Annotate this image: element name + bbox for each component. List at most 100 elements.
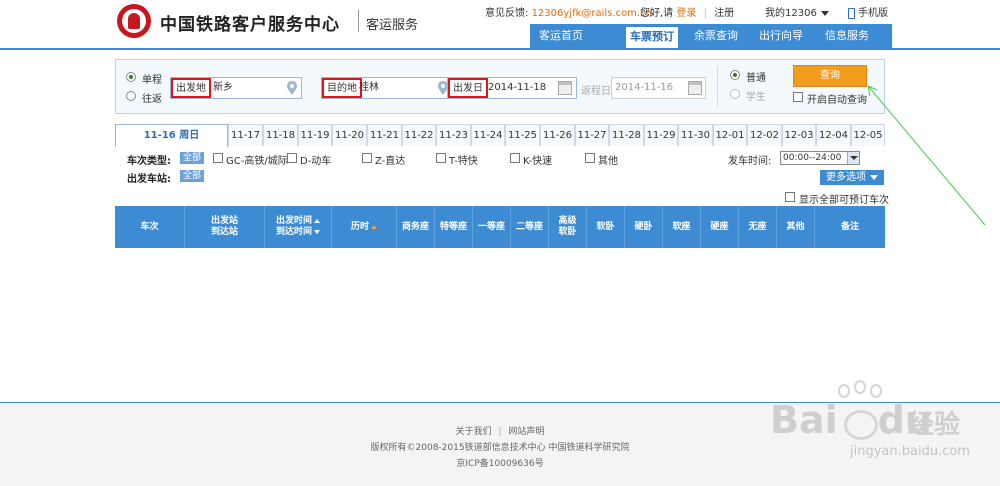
- paw-icon: [844, 410, 878, 440]
- date-tab[interactable]: 11-24: [471, 124, 505, 146]
- col-depart-time: 出发时间: [275, 216, 312, 226]
- student-ticket-radio[interactable]: [730, 89, 740, 99]
- about-link[interactable]: 关于我们: [456, 427, 492, 437]
- other-checkbox[interactable]: [585, 153, 595, 163]
- chevron-down-icon: [847, 152, 859, 164]
- other-label: 其他: [598, 156, 618, 167]
- panel-divider: [717, 66, 718, 108]
- col-no-seat: 无座: [739, 206, 777, 248]
- register-link[interactable]: 注册: [714, 8, 734, 19]
- statement-link[interactable]: 网站声明: [508, 427, 544, 437]
- nav-home[interactable]: 客运首页: [530, 24, 592, 48]
- feedback-label: 意见反馈:: [485, 8, 529, 19]
- to-field[interactable]: 目的地 桂林: [321, 77, 453, 99]
- col-business: 商务座: [397, 206, 435, 248]
- watermark-brand-cn: 经验: [908, 410, 961, 440]
- normal-ticket-radio[interactable]: [730, 70, 740, 80]
- from-label: 出发地: [171, 78, 211, 98]
- gc-checkbox[interactable]: [213, 153, 223, 163]
- query-button[interactable]: 查询: [793, 65, 867, 87]
- gc-label: GC-高铁/城际: [226, 156, 288, 167]
- round-trip-radio[interactable]: [126, 91, 136, 101]
- k-checkbox[interactable]: [510, 153, 520, 163]
- col-stations-text: 出发站 到达站: [210, 216, 238, 237]
- show-all-checkbox[interactable]: [785, 192, 795, 202]
- to-label: 目的地: [322, 78, 362, 98]
- depart-date-value: 2014-11-18: [488, 82, 547, 93]
- depart-time-select[interactable]: 00:00--24:00: [780, 151, 860, 165]
- sort-down-icon: [314, 229, 320, 234]
- feedback-email-link[interactable]: 12306yjfk@rails.com.cn: [532, 8, 652, 19]
- k-label: K-快速: [523, 156, 553, 167]
- railway-logo-icon[interactable]: [117, 4, 151, 38]
- date-tab[interactable]: 11-20: [332, 124, 367, 146]
- nav-ticket-booking[interactable]: 车票预订: [625, 26, 679, 48]
- watermark-url: jingyan.baidu.com: [850, 444, 970, 459]
- date-tab[interactable]: 11-17: [228, 124, 263, 146]
- nav-travel-guide[interactable]: 出行向导: [750, 24, 812, 48]
- paw-icon: [870, 384, 882, 398]
- t-checkbox[interactable]: [436, 153, 446, 163]
- nav-info-service[interactable]: 信息服务: [812, 24, 882, 48]
- baidu-watermark: Bai du 经验 jingyan.baidu.com: [770, 380, 995, 470]
- date-tab[interactable]: 12-01: [713, 124, 747, 146]
- date-tab[interactable]: 11-18: [263, 124, 298, 146]
- col-soft-seat: 软座: [663, 206, 701, 248]
- chevron-down-icon: [820, 10, 829, 16]
- calendar-icon[interactable]: [688, 81, 702, 95]
- date-tab[interactable]: 11-25: [505, 124, 540, 146]
- date-tab[interactable]: 12-04: [816, 124, 851, 146]
- z-label: Z-直达: [375, 156, 406, 167]
- auto-query-checkbox[interactable]: [793, 92, 803, 102]
- date-tab[interactable]: 11-23: [436, 124, 471, 146]
- calendar-icon[interactable]: [558, 81, 572, 95]
- z-checkbox[interactable]: [362, 153, 372, 163]
- col-hard-sleeper: 硬卧: [625, 206, 663, 248]
- return-date-label: 返程日: [581, 86, 611, 97]
- col-times[interactable]: 出发时间 到达时间: [265, 206, 332, 248]
- col-train-no[interactable]: 车次: [115, 206, 185, 248]
- annotation-arrow-icon: [867, 85, 986, 226]
- col-stations[interactable]: 出发站 到达站: [185, 206, 265, 248]
- user-links: 您好,请 登录 | 注册: [640, 8, 735, 19]
- train-type-all-button[interactable]: 全部: [180, 152, 205, 164]
- depart-date-label: 出发日: [448, 78, 488, 98]
- date-tab-active[interactable]: 11-16 周日: [115, 124, 228, 147]
- login-link[interactable]: 登录: [676, 8, 696, 19]
- my12306-menu[interactable]: 我的12306: [765, 4, 829, 19]
- depart-date-field[interactable]: 出发日 2014-11-18: [447, 77, 577, 99]
- date-tab[interactable]: 11-22: [402, 124, 436, 146]
- d-checkbox[interactable]: [287, 153, 297, 163]
- date-tab[interactable]: 12-02: [747, 124, 782, 146]
- paw-icon: [838, 384, 850, 398]
- date-tab[interactable]: 11-29: [644, 124, 678, 146]
- col-other: 其他: [777, 206, 815, 248]
- date-tab[interactable]: 11-28: [609, 124, 644, 146]
- date-tab[interactable]: 11-19: [298, 124, 332, 146]
- col-duration[interactable]: 历时: [332, 206, 397, 248]
- single-trip-radio[interactable]: [126, 72, 136, 82]
- mobile-link[interactable]: 手机版: [848, 4, 888, 19]
- date-tab[interactable]: 11-30: [678, 124, 713, 146]
- from-field[interactable]: 出发地 新乡: [170, 77, 302, 99]
- site-subtitle: 客运服务: [366, 18, 419, 33]
- date-tab[interactable]: 12-03: [782, 124, 816, 146]
- date-tab[interactable]: 11-21: [367, 124, 402, 146]
- col-premium: 特等座: [435, 206, 473, 248]
- paw-icon: [854, 380, 866, 394]
- watermark-brand: Bai: [770, 398, 838, 442]
- nav-remaining-tickets[interactable]: 余票查询: [685, 24, 747, 48]
- header-divider: [0, 48, 1000, 50]
- to-value: 桂林: [359, 82, 379, 93]
- depart-time-label: 发车时间:: [728, 156, 772, 167]
- title-divider: [358, 10, 359, 32]
- depart-station-label: 出发车站:: [127, 174, 171, 185]
- date-tab[interactable]: 11-26: [540, 124, 575, 146]
- date-tab[interactable]: 11-27: [575, 124, 609, 146]
- station-all-button[interactable]: 全部: [180, 170, 205, 182]
- d-label: D-动车: [300, 156, 332, 167]
- col-soft-sleeper: 软卧: [587, 206, 625, 248]
- col-second-class: 二等座: [511, 206, 549, 248]
- return-date-field[interactable]: 2014-11-16: [611, 77, 706, 99]
- location-pin-icon[interactable]: [287, 81, 297, 95]
